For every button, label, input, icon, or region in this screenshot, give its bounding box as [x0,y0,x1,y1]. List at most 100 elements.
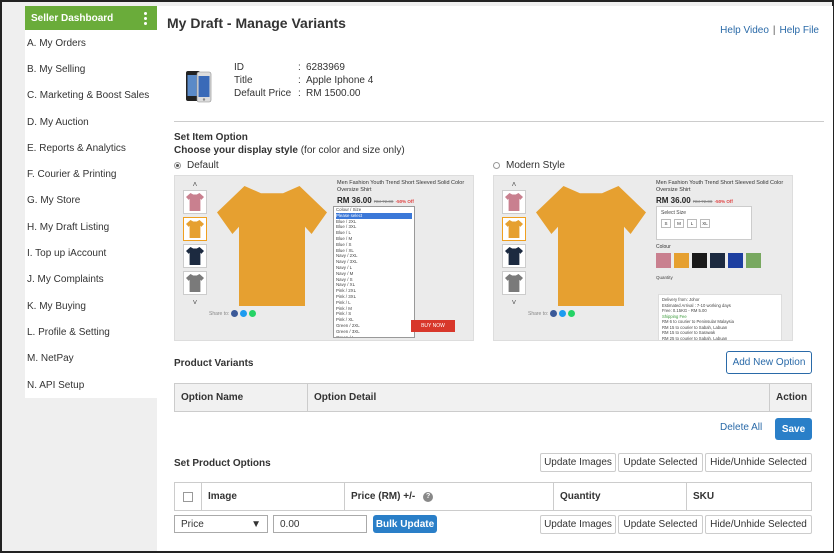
sidebar-item[interactable]: F. Courier & Printing [25,161,157,187]
swatch-pink [656,253,671,268]
whatsapp-icon [249,310,257,317]
tshirt-image [536,186,646,306]
product-options-title: Set Product Options [174,458,271,469]
default-style-preview[interactable]: ˄ ˅ Men Fashion Youth Trend Short Sleeve… [174,175,474,341]
sidebar-item[interactable]: C. Marketing & Boost Sales [25,83,157,109]
modern-style-preview[interactable]: ˄ ˅ Men Fashion Youth Trend Short Sleeve… [493,175,793,341]
sidebar-item[interactable]: A. My Orders [25,30,157,56]
chevron-up-icon: ˄ [511,180,517,189]
quantity-label: Quantity [656,275,673,280]
sidebar-item[interactable]: M. NetPay [25,346,157,372]
hide-unhide-selected-button[interactable]: Hide/Unhide Selected [705,453,812,472]
bulk-field-select[interactable]: Price ▼ [174,515,268,533]
question-icon[interactable]: ? [423,491,434,502]
variant-dropdown: Colour / Size Please select Blue / 2XL Blu… [333,206,415,338]
help-separator: | [772,25,776,36]
app-frame: Seller Dashboard A. My Orders B. My Selli… [0,0,834,553]
sidebar-item[interactable]: B. My Selling [25,56,157,82]
item-option-subtitle: Choose your display style (for color and… [174,145,405,156]
swatch-green [746,253,761,268]
col-select [175,483,202,510]
sidebar-item[interactable]: D. My Auction [25,109,157,135]
modern-style-radio[interactable]: Modern Style [493,160,565,171]
col-price: Price (RM) +/-? [345,483,554,510]
sidebar: Seller Dashboard A. My Orders B. My Selli… [25,6,157,398]
twitter-icon [559,310,567,317]
thumbnail-gray [502,271,526,295]
radio-selected-icon[interactable] [174,162,181,169]
share-row: Share to: [528,310,576,317]
select-all-checkbox[interactable] [183,491,193,502]
size-chip: S [661,219,671,228]
select-size-label: Select Size [661,210,687,216]
variants-table-header: Option Name Option Detail Action [174,383,812,412]
update-selected-button-bottom[interactable]: Update Selected [618,515,703,534]
preview-product-title: Men Fashion Youth Trend Short Sleeved So… [656,180,784,193]
col-image: Image [202,483,345,510]
update-images-button-bottom[interactable]: Update Images [540,515,616,534]
bulk-field-value: Price [181,518,204,530]
title-label: Title [234,75,253,86]
help-file-link[interactable]: Help File [780,25,819,36]
bulk-value-input[interactable]: 0.00 [273,515,367,533]
thumbnail-navy [183,244,207,268]
variant-card: ID:6283969 Title: Apple Iphone 4 Default … [168,43,824,551]
sidebar-item[interactable]: J. My Complaints [25,267,157,293]
col-sku: SKU [693,491,715,502]
swatch-orange [674,253,689,268]
thumbnail-column: ˄ ˅ [502,180,526,308]
col-action: Action [776,392,808,403]
sidebar-item[interactable]: G. My Store [25,188,157,214]
buy-now-button: BUY NOW [411,320,455,332]
title-colon: : [298,75,301,86]
dropdown-options: Please select Blue / 2XL Blue / 3XL Blue / … [336,212,412,337]
col-option-name: Option Name [175,384,308,411]
thumbnail-pink [502,190,526,214]
radio-unselected-icon[interactable] [493,162,500,169]
product-info: ID:6283969 Title: Apple Iphone 4 Default … [234,61,373,100]
dropdown-arrow-icon: ▼ [251,518,261,530]
item-option-title: Set Item Option [174,132,248,143]
sidebar-item[interactable]: I. Top up iAccount [25,240,157,266]
help-video-link[interactable]: Help Video [720,25,769,36]
chevron-down-icon: ˅ [192,298,198,307]
share-label: Share to: [209,310,230,317]
sidebar-item[interactable]: N. API Setup [25,372,157,398]
options-table-header: Image Price (RM) +/-? Quantity SKU [174,482,812,511]
preview-old-price: RM 72.00 [692,199,713,204]
preview-discount: -50% Off [395,199,414,204]
bulk-update-button[interactable]: Bulk Update [373,515,437,533]
thumbnail-pink [183,190,207,214]
facebook-icon [550,310,558,317]
sidebar-item[interactable]: E. Reports & Analytics [25,135,157,161]
size-chip: M [674,219,684,228]
size-chip: XL [700,219,710,228]
default-style-radio[interactable]: Default [174,160,219,171]
sidebar-title: Seller Dashboard [31,12,114,24]
sidebar-item[interactable]: K. My Buying [25,293,157,319]
preview-price: RM 36.00 RM 72.00 -50% Off [337,196,414,205]
default-style-label: Default [187,160,219,171]
preview-old-price: RM 72.00 [373,199,394,204]
facebook-icon [231,310,239,317]
thumbnail-navy [502,244,526,268]
update-images-button[interactable]: Update Images [540,453,616,472]
twitter-icon [240,310,248,317]
thumbnail-orange [183,217,207,241]
kebab-menu-icon[interactable] [144,11,147,25]
share-label: Share to: [528,310,549,317]
col-quantity: Quantity [554,483,687,510]
update-selected-button[interactable]: Update Selected [618,453,703,472]
add-new-option-button[interactable]: Add New Option [726,351,812,374]
sidebar-item[interactable]: H. My Draft Listing [25,214,157,240]
save-button[interactable]: Save [775,418,812,440]
hide-unhide-selected-button-bottom[interactable]: Hide/Unhide Selected [705,515,812,534]
size-selector: Select Size S M L XL [656,206,752,240]
sidebar-item[interactable]: L. Profile & Setting [25,319,157,345]
delete-all-link[interactable]: Delete All [720,422,762,433]
divider [174,121,824,122]
thumbnail-gray [183,271,207,295]
thumbnail-column: ˄ ˅ [183,180,207,308]
size-chip: L [687,219,697,228]
chevron-up-icon: ˄ [192,180,198,189]
